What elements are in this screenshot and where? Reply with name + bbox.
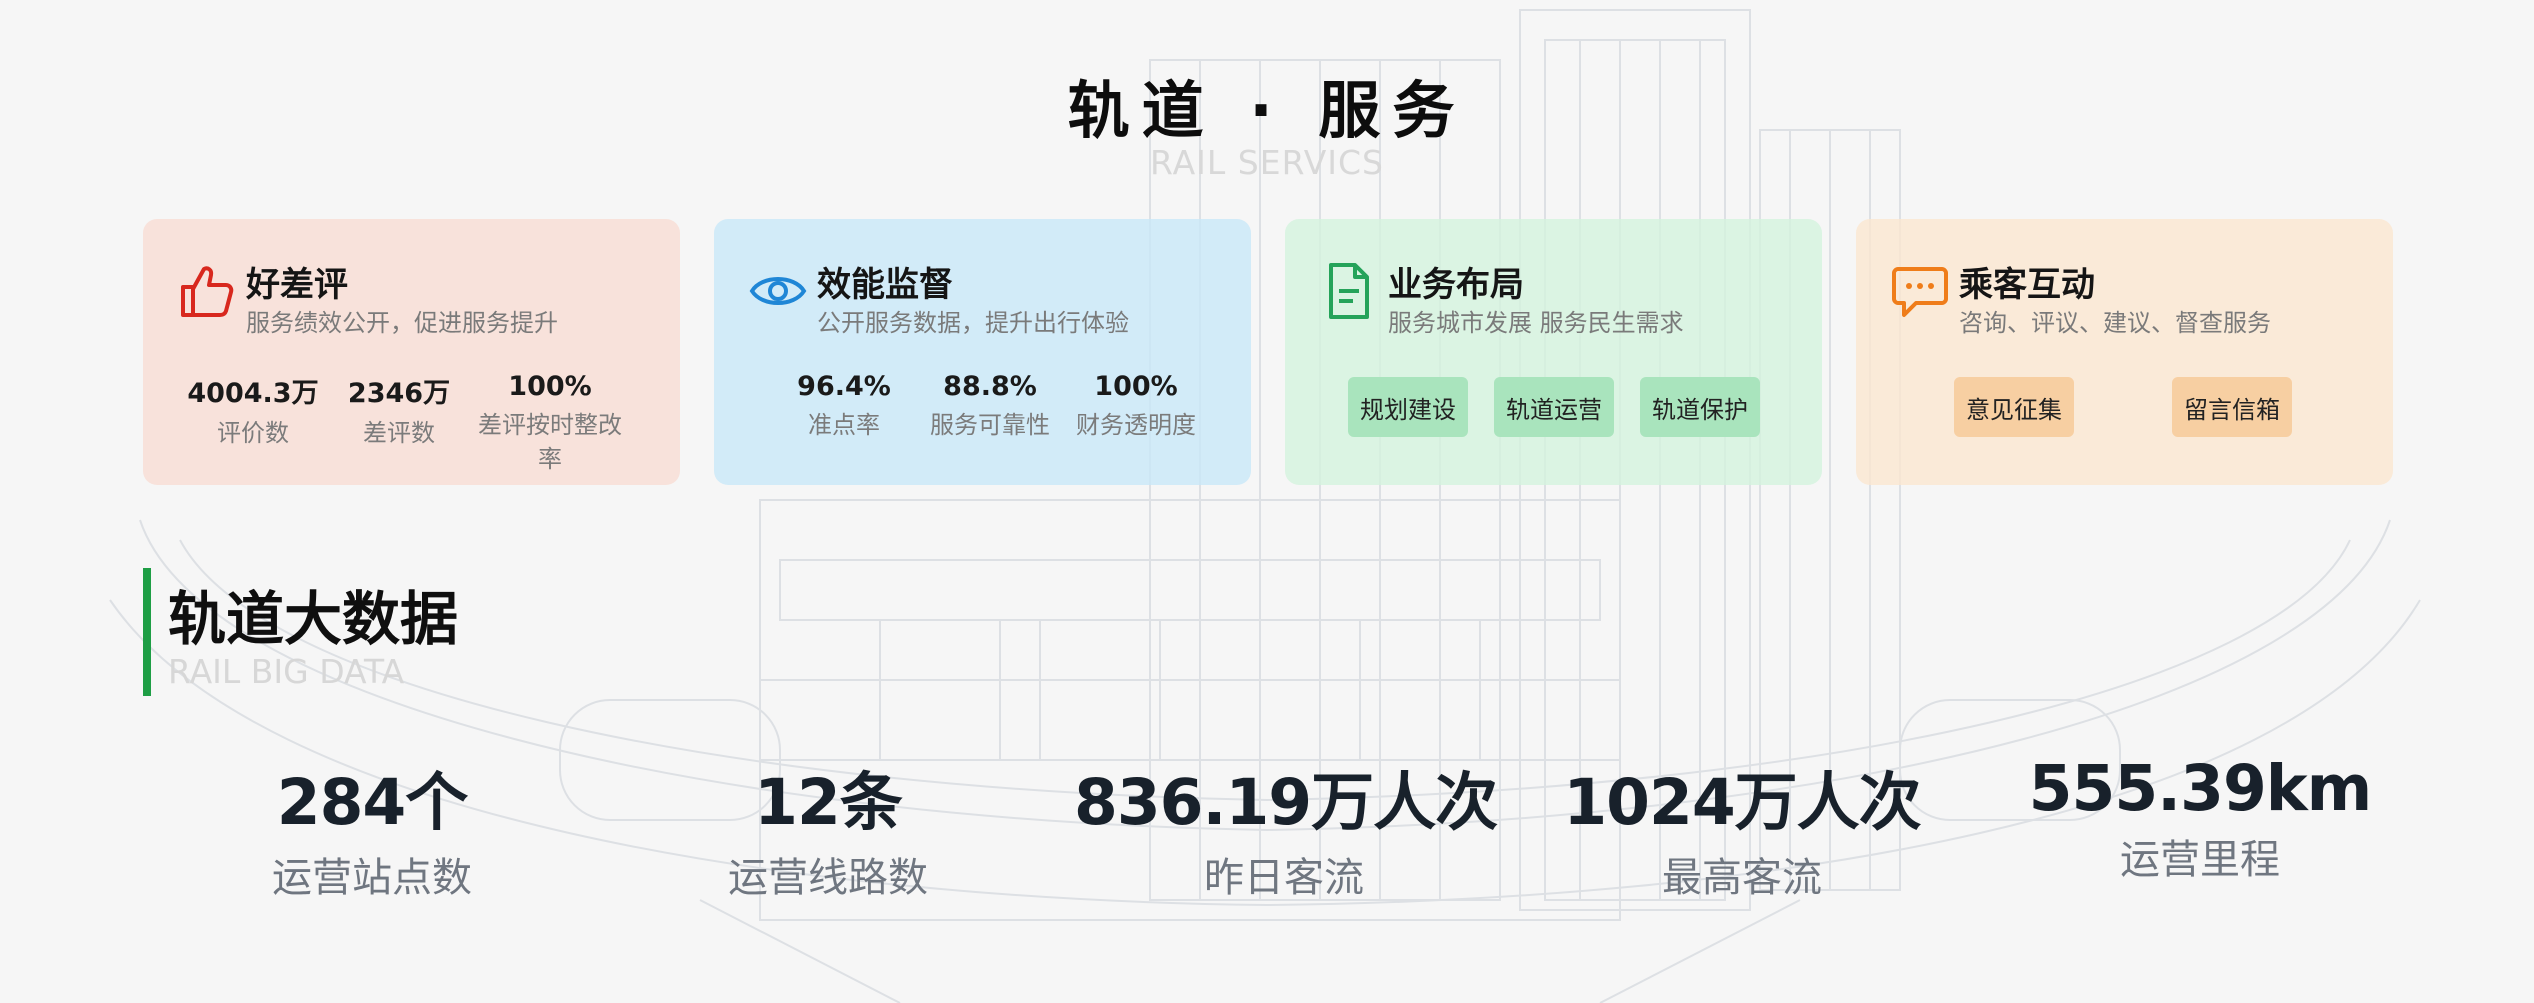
chip-group: 意见征集 留言信箱 <box>1954 377 2292 437</box>
stat-label: 差评按时整改率 <box>478 411 622 473</box>
card-description: 公开服务数据，提升出行体验 <box>817 309 1129 337</box>
card-description: 服务城市发展 服务民生需求 <box>1388 309 1684 337</box>
page-title: 轨道 · 服务 <box>1067 74 1467 147</box>
metric-value: 284个 <box>276 766 469 839</box>
stat-value: 100% <box>1094 371 1178 402</box>
document-icon <box>1329 263 1369 319</box>
stat-item: 96.4% 准点率 <box>774 371 914 442</box>
rail-protection-button[interactable]: 轨道保护 <box>1640 377 1760 437</box>
thumbs-up-icon <box>181 266 234 317</box>
metric-yesterday-flow: 836.19万人次 昨日客流 <box>1074 752 1498 903</box>
stat-value: 88.8% <box>943 371 1037 402</box>
metric-value: 1024万人次 <box>1563 766 1921 839</box>
card-description: 服务绩效公开，促进服务提升 <box>246 309 558 337</box>
card-title: 乘客互动 <box>1959 265 2095 305</box>
section-accent-bar <box>143 568 151 696</box>
eye-icon <box>749 277 807 305</box>
metric-stations: 284个 运营站点数 <box>162 752 582 903</box>
card-business-layout[interactable]: 业务布局 服务城市发展 服务民生需求 规划建设 轨道运营 轨道保护 <box>1285 219 1822 485</box>
section-title: 轨道大数据 <box>168 585 459 653</box>
opinion-collection-button[interactable]: 意见征集 <box>1954 377 2074 437</box>
card-title: 效能监督 <box>817 265 953 305</box>
metric-label: 运营里程 <box>2120 837 2280 883</box>
metric-label: 运营线路数 <box>728 855 928 901</box>
stat-label: 服务可靠性 <box>930 411 1050 439</box>
metric-value: 12条 <box>754 766 903 839</box>
stat-item: 2346万 差评数 <box>329 371 469 476</box>
metric-label: 最高客流 <box>1662 855 1822 901</box>
stat-item: 4004.3万 评价数 <box>183 371 323 476</box>
card-reviews[interactable]: 好差评 服务绩效公开，促进服务提升 4004.3万 评价数 2346万 差评数 … <box>143 219 680 485</box>
card-title: 好差评 <box>246 265 348 305</box>
metric-mileage: 555.39km 运营里程 <box>1990 752 2410 885</box>
message-box-button[interactable]: 留言信箱 <box>2172 377 2292 437</box>
stat-label: 准点率 <box>808 411 880 439</box>
metric-peak-flow: 1024万人次 最高客流 <box>1532 752 1952 903</box>
metric-label: 昨日客流 <box>1204 855 1364 901</box>
stat-label: 财务透明度 <box>1076 411 1196 439</box>
stat-value: 4004.3万 <box>187 378 319 409</box>
stats-row: 96.4% 准点率 88.8% 服务可靠性 100% 财务透明度 <box>774 371 1212 442</box>
stat-label: 评价数 <box>217 419 289 447</box>
card-description: 咨询、评议、建议、督查服务 <box>1959 309 2271 337</box>
metric-lines: 12条 运营线路数 <box>618 752 1038 903</box>
card-passenger-interaction[interactable]: 乘客互动 咨询、评议、建议、督查服务 意见征集 留言信箱 <box>1856 219 2393 485</box>
stat-value: 100% <box>508 371 592 402</box>
card-efficiency[interactable]: 效能监督 公开服务数据，提升出行体验 96.4% 准点率 88.8% 服务可靠性… <box>714 219 1251 485</box>
stat-item: 100% 差评按时整改率 <box>475 371 625 476</box>
stat-item: 88.8% 服务可靠性 <box>920 371 1060 442</box>
stats-row: 4004.3万 评价数 2346万 差评数 100% 差评按时整改率 <box>183 371 631 476</box>
stat-item: 100% 财务透明度 <box>1066 371 1206 442</box>
chat-bubble-icon <box>1892 267 1948 317</box>
metric-value: 555.39km <box>2028 752 2373 825</box>
metric-label: 运营站点数 <box>272 855 472 901</box>
stat-label: 差评数 <box>363 419 435 447</box>
page-subtitle: RAIL SERVICS <box>1150 143 1384 182</box>
section-subtitle: RAIL BIG DATA <box>168 652 405 691</box>
planning-construction-button[interactable]: 规划建设 <box>1348 377 1468 437</box>
stat-value: 2346万 <box>347 378 451 409</box>
metric-value: 836.19万人次 <box>1074 766 1498 839</box>
chip-group: 规划建设 轨道运营 轨道保护 <box>1348 377 1760 437</box>
stat-value: 96.4% <box>797 371 891 402</box>
rail-operation-button[interactable]: 轨道运营 <box>1494 377 1614 437</box>
card-title: 业务布局 <box>1388 265 1524 305</box>
